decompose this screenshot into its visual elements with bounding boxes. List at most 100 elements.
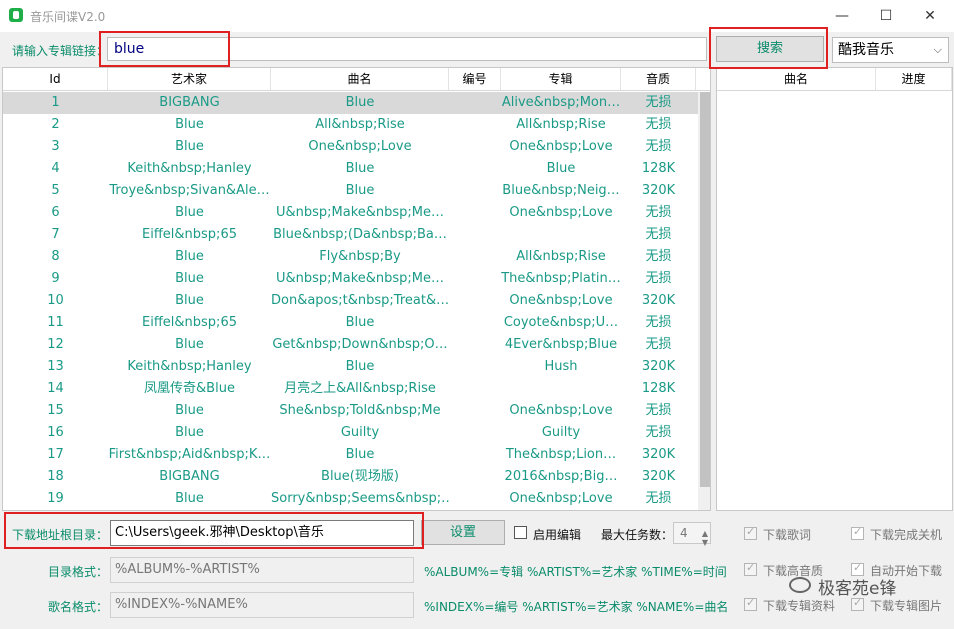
table-row[interactable]: 13 Keith&nbsp;Hanley Blue Hush 320K [3, 356, 698, 378]
window-title: 音乐间谍V2.0 [30, 10, 106, 24]
cell-id: 1 [51, 95, 60, 110]
cell-id: 6 [51, 205, 60, 220]
cell-song: Blue [345, 161, 375, 176]
cell-song: U&nbsp;Make&nbsp;Me… [275, 205, 445, 220]
cell-id: 18 [47, 469, 64, 484]
column-header-id[interactable]: Id [3, 68, 108, 90]
stepper-down-icon[interactable]: ▼ [702, 533, 708, 553]
cell-number [449, 268, 501, 290]
column-header-song[interactable]: 曲名 [271, 68, 449, 90]
cell-album: Coyote&nbsp;U… [503, 315, 619, 330]
cell-album: All&nbsp;Rise [516, 117, 606, 132]
table-row[interactable]: 19 Blue Sorry&nbsp;Seems&nbsp;… One&nbsp;Lo… [3, 488, 698, 510]
table-row[interactable]: 6 Blue U&nbsp;Make&nbsp;Me… One&nbsp;Love 无损 [3, 202, 698, 224]
queue-column-progress[interactable]: 进度 [876, 68, 952, 90]
cell-album: The&nbsp;Lion… [505, 447, 617, 462]
cell-artist: Troye&nbsp;Sivan&Ale… [109, 183, 270, 198]
cell-song: 月亮之上&All&nbsp;Rise [284, 381, 436, 396]
column-header-album[interactable]: 专辑 [501, 68, 621, 90]
cell-number [449, 136, 501, 158]
cell-song: Blue [345, 359, 375, 374]
shutdown-label: 下载完成关机 [870, 528, 943, 542]
cell-artist: Keith&nbsp;Hanley [127, 161, 252, 176]
cell-album: One&nbsp;Love [509, 205, 613, 220]
table-row[interactable]: 5 Troye&nbsp;Sivan&Ale… Blue Blue&nbsp;Neig… [3, 180, 698, 202]
table-row[interactable]: 1 BIGBANG Blue Alive&nbsp;Mon… 无损 [3, 92, 698, 114]
table-row[interactable]: 8 Blue Fly&nbsp;By All&nbsp;Rise 无损 [3, 246, 698, 268]
table-row[interactable]: 3 Blue One&nbsp;Love One&nbsp;Love 无损 [3, 136, 698, 158]
cell-album: Guilty [541, 425, 581, 440]
close-button[interactable]: ✕ [920, 6, 940, 26]
download-lyrics-checkbox[interactable] [744, 525, 757, 540]
table-row[interactable]: 7 Eiffel&nbsp;65 Blue&nbsp;(Da&nbsp;Ba… 无损 [3, 224, 698, 246]
cell-quality: 无损 [645, 205, 672, 220]
cell-song: Don&apos;t&nbsp;Treat&… [271, 293, 449, 308]
cell-id: 15 [47, 403, 64, 418]
table-row[interactable]: 2 Blue All&nbsp;Rise All&nbsp;Rise 无损 [3, 114, 698, 136]
column-header-number[interactable]: 编号 [449, 68, 501, 90]
cell-number [449, 378, 501, 400]
download-hq-checkbox[interactable] [744, 561, 757, 576]
queue-column-song[interactable]: 曲名 [717, 68, 876, 90]
column-header-artist[interactable]: 艺术家 [108, 68, 271, 90]
music-source-value: 酷我音乐 [838, 42, 894, 58]
table-row[interactable]: 18 BIGBANG Blue(现场版) 2016&nbsp;Big… 320K [3, 466, 698, 488]
minimize-button[interactable]: — [832, 6, 852, 26]
table-row[interactable]: 10 Blue Don&apos;t&nbsp;Treat&… One&nbsp;Lo… [3, 290, 698, 312]
max-tasks-stepper[interactable]: 4 ▲ ▼ [673, 522, 711, 547]
cell-album: 2016&nbsp;Big… [504, 469, 618, 484]
max-tasks-value: 4 [680, 526, 688, 540]
cell-album: One&nbsp;Love [509, 139, 613, 154]
table-row[interactable]: 9 Blue U&nbsp;Make&nbsp;Me… The&nbsp;Platin… [3, 268, 698, 290]
cell-artist: Blue [175, 403, 204, 418]
settings-button[interactable]: 设置 [421, 520, 505, 545]
enable-edit-label: 启用编辑 [533, 528, 582, 542]
name-format-input[interactable]: %INDEX%-%NAME% [110, 592, 414, 618]
cell-song: One&nbsp;Love [308, 139, 412, 154]
download-queue-table[interactable]: 曲名 进度 [716, 67, 953, 511]
cell-album: One&nbsp;Love [509, 491, 613, 506]
download-album-info-checkbox[interactable] [744, 596, 757, 611]
cell-album [501, 378, 621, 400]
enable-edit-checkbox[interactable] [514, 526, 527, 539]
cell-artist: Eiffel&nbsp;65 [142, 227, 237, 242]
cell-song: Guilty [340, 425, 380, 440]
results-table-body: 1 BIGBANG Blue Alive&nbsp;Mon… 无损 2 Blue All&nb… [3, 92, 698, 510]
music-source-select[interactable]: 酷我音乐 ⌵ [832, 37, 949, 63]
cell-song: Blue [345, 447, 375, 462]
table-row[interactable]: 12 Blue Get&nbsp;Down&nbsp;O… 4Ever&nbsp;Bl… [3, 334, 698, 356]
highlight-download-dir [4, 512, 424, 549]
results-table[interactable]: Id 艺术家 曲名 编号 专辑 音质 1 BIGBANG Blue Alive&nbs… [2, 67, 711, 511]
cell-album: Blue&nbsp;Neig… [502, 183, 620, 198]
table-row[interactable]: 16 Blue Guilty Guilty 无损 [3, 422, 698, 444]
cell-artist: Blue [175, 271, 204, 286]
cell-number [449, 202, 501, 224]
cell-album: One&nbsp;Love [509, 403, 613, 418]
cell-album: The&nbsp;Platin… [501, 271, 621, 286]
table-row[interactable]: 4 Keith&nbsp;Hanley Blue Blue 128K [3, 158, 698, 180]
results-scrollbar-thumb[interactable] [700, 92, 710, 487]
download-album-cover-checkbox[interactable] [851, 596, 864, 611]
table-row[interactable]: 15 Blue She&nbsp;Told&nbsp;Me One&nbsp;Love… [3, 400, 698, 422]
cell-song: Fly&nbsp;By [319, 249, 401, 264]
shutdown-checkbox[interactable] [851, 525, 864, 540]
cell-quality: 无损 [645, 491, 672, 506]
results-scrollbar[interactable] [698, 92, 710, 510]
table-row[interactable]: 17 First&nbsp;Aid&nbsp;K… Blue The&nbsp;Lio… [3, 444, 698, 466]
table-row[interactable]: 14 凤凰传奇&Blue 月亮之上&All&nbsp;Rise 128K [3, 378, 698, 400]
cell-id: 8 [51, 249, 60, 264]
cell-id: 14 [47, 381, 64, 396]
cell-song: She&nbsp;Told&nbsp;Me [279, 403, 441, 418]
cell-number [449, 444, 501, 466]
watermark-text: 极客苑e锋 [818, 579, 897, 599]
column-header-quality[interactable]: 音质 [621, 68, 696, 90]
cell-number [449, 488, 501, 510]
cell-id: 13 [47, 359, 64, 374]
dir-format-input[interactable]: %ALBUM%-%ARTIST% [110, 557, 414, 583]
maximize-button[interactable]: ☐ [876, 6, 896, 26]
cell-artist: Keith&nbsp;Hanley [127, 359, 252, 374]
download-album-info-label: 下载专辑资料 [763, 599, 836, 613]
cell-quality: 无损 [645, 117, 672, 132]
table-row[interactable]: 11 Eiffel&nbsp;65 Blue Coyote&nbsp;U… 无损 [3, 312, 698, 334]
cell-number [449, 356, 501, 378]
